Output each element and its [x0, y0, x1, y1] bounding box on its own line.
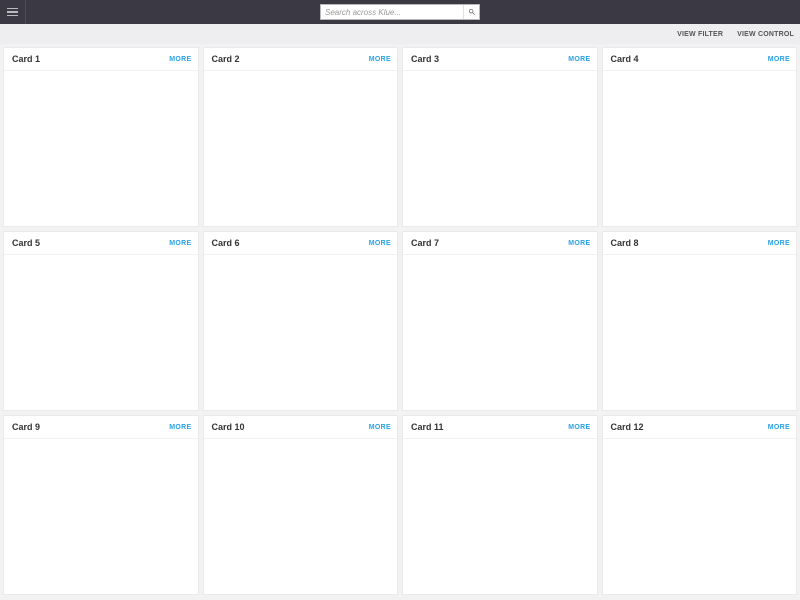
card-title: Card 11: [411, 422, 444, 432]
card-more-button[interactable]: MORE: [369, 424, 391, 431]
card-more-button[interactable]: MORE: [768, 240, 790, 247]
card-header: Card 8 MORE: [603, 232, 797, 255]
card-more-button[interactable]: MORE: [169, 240, 191, 247]
card-more-button[interactable]: MORE: [568, 240, 590, 247]
card: Card 11 MORE: [402, 415, 598, 595]
view-filter-button[interactable]: VIEW FILTER: [677, 31, 723, 38]
card-header: Card 6 MORE: [204, 232, 398, 255]
card-more-button[interactable]: MORE: [568, 56, 590, 63]
card-title: Card 3: [411, 54, 439, 64]
card-title: Card 1: [12, 54, 40, 64]
card: Card 10 MORE: [203, 415, 399, 595]
search-icon: [468, 8, 476, 16]
card: Card 8 MORE: [602, 231, 798, 411]
search-input[interactable]: [321, 5, 463, 19]
sub-toolbar: VIEW FILTER VIEW CONTROL: [0, 24, 800, 44]
card-title: Card 5: [12, 238, 40, 248]
card-header: Card 4 MORE: [603, 48, 797, 71]
card-title: Card 8: [611, 238, 639, 248]
card: Card 7 MORE: [402, 231, 598, 411]
card: Card 6 MORE: [203, 231, 399, 411]
card-title: Card 9: [12, 422, 40, 432]
view-control-button[interactable]: VIEW CONTROL: [737, 31, 794, 38]
top-bar: [0, 0, 800, 24]
card-title: Card 2: [212, 54, 240, 64]
card-header: Card 11 MORE: [403, 416, 597, 439]
card-grid: Card 1 MORE Card 2 MORE Card 3 MORE Card 4 MORE…: [0, 44, 800, 598]
card-more-button[interactable]: MORE: [169, 424, 191, 431]
card-title: Card 10: [212, 422, 245, 432]
card-header: Card 10 MORE: [204, 416, 398, 439]
card-title: Card 4: [611, 54, 639, 64]
card-header: Card 3 MORE: [403, 48, 597, 71]
card-header: Card 1 MORE: [4, 48, 198, 71]
card: Card 1 MORE: [3, 47, 199, 227]
card-header: Card 7 MORE: [403, 232, 597, 255]
card: Card 3 MORE: [402, 47, 598, 227]
card-more-button[interactable]: MORE: [568, 424, 590, 431]
card-more-button[interactable]: MORE: [369, 240, 391, 247]
hamburger-menu-icon[interactable]: [0, 0, 26, 24]
card-title: Card 7: [411, 238, 439, 248]
card-header: Card 5 MORE: [4, 232, 198, 255]
card: Card 5 MORE: [3, 231, 199, 411]
card-title: Card 12: [611, 422, 644, 432]
card-more-button[interactable]: MORE: [768, 424, 790, 431]
card-more-button[interactable]: MORE: [768, 56, 790, 63]
card-title: Card 6: [212, 238, 240, 248]
card-header: Card 12 MORE: [603, 416, 797, 439]
card-header: Card 2 MORE: [204, 48, 398, 71]
card: Card 2 MORE: [203, 47, 399, 227]
card: Card 4 MORE: [602, 47, 798, 227]
card: Card 12 MORE: [602, 415, 798, 595]
search-box: [320, 4, 480, 20]
card-header: Card 9 MORE: [4, 416, 198, 439]
card-more-button[interactable]: MORE: [369, 56, 391, 63]
card: Card 9 MORE: [3, 415, 199, 595]
card-more-button[interactable]: MORE: [169, 56, 191, 63]
search-button[interactable]: [463, 5, 479, 19]
